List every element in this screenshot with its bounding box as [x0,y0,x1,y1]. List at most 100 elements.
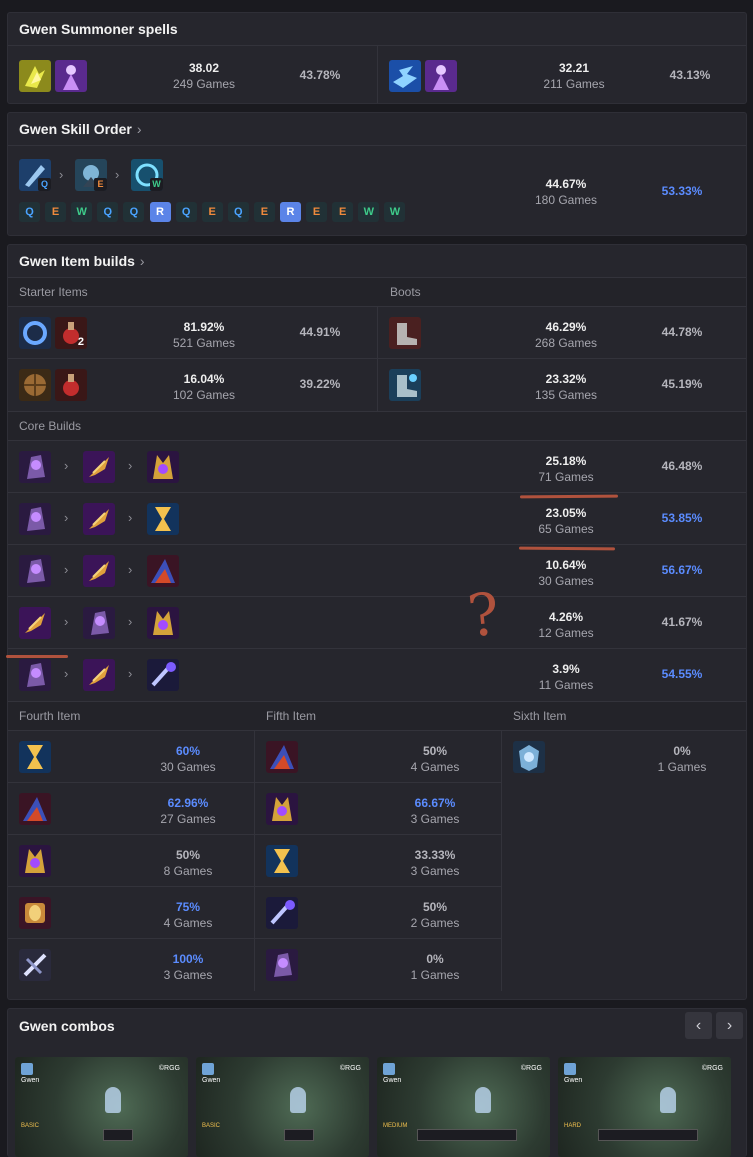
difficulty-label: MEDIUM [383,1123,408,1129]
demonic-embrace-icon [19,897,51,929]
core-build-row: › › 10.64% 30 Games 56.67% [8,545,746,597]
difficulty-label: BASIC [202,1123,221,1129]
combo-video-thumbnail[interactable]: Gwen ©RGG MEDIUM [377,1057,550,1157]
skill-level-5: Q [123,202,145,222]
games-count: 1 Games [657,760,707,774]
fifth-item-label: Fifth Item [266,709,317,723]
games-count: 4 Games [410,760,460,774]
win-rate: 43.13% [669,68,711,82]
skill-level-14: W [358,202,380,222]
chevron-right-icon: › [128,458,133,473]
win-rate: 62.96% [167,796,209,810]
fifth-item-row: 66.67% 3 Games [255,783,501,835]
boots-label: Boots [390,285,421,299]
games-count: 135 Games [534,388,598,402]
chevron-right-icon: › [115,167,120,182]
teleport-spell-icon [425,60,457,92]
starter-row: 16.04% 102 Games 39.22% 23.32% 135 Games 4… [8,359,746,411]
champion-portrait-icon [564,1063,576,1075]
games-count: 27 Games [160,812,216,826]
fifth-item-row: 50% 2 Games [255,887,501,939]
skill-level-7: Q [175,202,197,222]
games-count: 30 Games [538,574,594,588]
banshees-icon [513,741,545,773]
pick-rate: 44.67% [545,177,587,191]
watermark: ©RGG [158,1065,180,1072]
pick-rate: 3.9% [552,662,580,676]
chevron-right-icon: › [64,666,69,681]
riftmaker-icon [147,607,179,639]
nashors-tooth-icon [83,659,115,691]
skill-level-9: Q [227,202,249,222]
panel-title[interactable]: Gwen Skill Order › [8,113,746,145]
annotation-underline [6,655,68,658]
skill-level-11: R [280,202,301,222]
zhonyas-icon [19,741,51,773]
champion-portrait-icon [21,1063,33,1075]
ability-bar [417,1129,517,1141]
win-rate: 50% [175,848,201,862]
win-rate: 60% [175,744,201,758]
win-rate: 33.33% [414,848,456,862]
games-count: 249 Games [172,77,236,91]
rabadons-icon [266,741,298,773]
win-rate: 0% [673,744,691,758]
win-rate: 50% [422,744,448,758]
fourth-item-row: 100% 3 Games [8,939,254,991]
champion-sprite-icon [475,1087,491,1113]
pick-rate: 4.26% [548,610,584,624]
champion-name: Gwen [564,1077,583,1084]
games-count: 180 Games [534,193,598,207]
skill-level-4: Q [97,202,119,222]
fifth-item-row: 33.33% 3 Games [255,835,501,887]
chevron-right-icon: › [64,510,69,525]
win-rate: 56.67% [661,563,703,577]
fourth-item-row: 50% 8 Games [8,835,254,887]
nashors-tooth-icon [83,451,115,483]
chevron-right-icon: › [128,614,133,629]
win-rate: 53.33% [661,184,703,198]
ghost-spell-icon [389,60,421,92]
zhonyas-icon [266,845,298,877]
core-build-row: › › 4.26% 12 Games 41.67% [8,597,746,649]
games-count: 11 Games [538,678,594,692]
combo-video-thumbnail[interactable]: Gwen ©RGG BASIC [15,1057,188,1157]
ability-bar [103,1129,133,1141]
starter-items-label: Starter Items [19,285,88,299]
carousel-next-button[interactable]: › [716,1012,743,1039]
nashors-tooth-icon [83,503,115,535]
panel-title[interactable]: Gwen Item builds › [8,245,746,277]
dark-seal-icon [19,317,51,349]
win-rate: 0% [426,952,444,966]
win-rate: 75% [175,900,201,914]
spells-row: 38.02 249 Games 43.78% 32.21 211 Games 43.… [8,45,746,103]
games-count: 3 Games [410,864,460,878]
combo-video-thumbnail[interactable]: Gwen ©RGG BASIC [196,1057,369,1157]
win-rate: 44.78% [661,325,703,339]
core-build-row: › › 25.18% 71 Games 46.48% [8,441,746,493]
skill-level-1: Q [19,202,40,222]
chevron-right-icon: › [64,458,69,473]
pick-rate: 16.04% [183,372,225,386]
games-count: 3 Games [410,812,460,826]
chevron-right-icon: › [59,167,64,182]
win-rate: 44.91% [299,325,341,339]
core-builds-list: › › 25.18% 71 Games 46.48% › › 23.05% 65 Games 53… [8,441,746,701]
combo-video-thumbnail[interactable]: Gwen ©RGG HARD [558,1057,731,1157]
boots-icon [389,317,421,349]
chevron-right-icon: › [128,510,133,525]
hextech-rocketbelt-icon [19,503,51,535]
fourth-item-row: 75% 4 Games [8,887,254,939]
champion-name: Gwen [21,1077,40,1084]
zhonyas-icon [147,503,179,535]
carousel-prev-button[interactable]: ‹ [685,1012,712,1039]
champion-name: Gwen [383,1077,402,1084]
pick-rate: 46.29% [545,320,587,334]
chevron-right-icon: › [128,562,133,577]
pick-rate: 10.64% [545,558,587,572]
hextech-rocketbelt-icon [19,555,51,587]
hextech-rocketbelt-icon [83,607,115,639]
games-count: 1 Games [410,968,460,982]
health-potion-icon [55,369,87,401]
hextech-rocketbelt-icon [266,949,298,981]
